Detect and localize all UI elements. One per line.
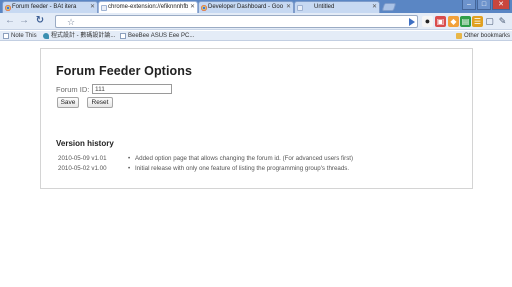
tab-label: Untitled <box>314 4 335 10</box>
wrench-icon[interactable]: ✎ <box>497 16 508 27</box>
maximize-button[interactable]: □ <box>477 0 491 10</box>
bullet-icon: • <box>128 155 131 162</box>
tab-label: Developer Dashboard - Goo <box>208 4 284 10</box>
other-bookmarks-label: Other bookmarks <box>464 33 511 39</box>
tab-developer-dashboard[interactable]: Developer Dashboard - Goo ✕ <box>198 1 294 13</box>
close-icon[interactable]: ✕ <box>286 2 291 13</box>
save-button[interactable]: Save <box>57 97 79 108</box>
close-window-button[interactable]: ✕ <box>492 0 510 10</box>
page-icon <box>3 33 9 39</box>
version-history-heading: Version history <box>56 139 114 148</box>
chrome-icon <box>5 5 11 11</box>
forward-button[interactable]: → <box>18 15 30 27</box>
forum-id-input[interactable] <box>92 84 172 94</box>
tab-extension-options[interactable]: chrome-extension://efiknnnhfb ✕ <box>98 1 198 13</box>
new-tab-button[interactable] <box>381 3 397 11</box>
bookmark-label: 程式設計 - 數碼設計論... <box>51 33 116 39</box>
tab-forum-feeder[interactable]: Forum feeder - BAt itera ✕ <box>2 1 98 13</box>
back-button[interactable]: ← <box>4 15 16 27</box>
address-bar[interactable]: ☆ <box>55 15 418 28</box>
chrome-icon <box>201 5 207 11</box>
reload-button[interactable]: ↻ <box>34 15 46 27</box>
blank-page-icon <box>297 5 303 11</box>
version-date: 2010-05-09 v1.01 <box>58 155 107 162</box>
folder-icon <box>456 33 462 39</box>
forum-id-label: Forum ID: <box>56 85 90 94</box>
bomb-icon[interactable]: ● <box>422 16 433 27</box>
bird-icon <box>43 33 49 39</box>
page-title: Forum Feeder Options <box>56 64 193 78</box>
close-icon[interactable]: ✕ <box>190 2 195 13</box>
blank-page-icon <box>101 5 107 11</box>
window-controls: – □ ✕ <box>461 0 510 10</box>
bookmark-programming[interactable]: 程式設計 - 數碼設計論... <box>43 31 115 41</box>
version-description: Added option page that allows changing t… <box>135 155 354 162</box>
minimize-button[interactable]: – <box>462 0 476 10</box>
bookmark-note-this[interactable]: Note This <box>3 31 37 41</box>
reset-button[interactable]: Reset <box>87 97 113 108</box>
page-menu-icon[interactable]: ▢ <box>484 16 495 27</box>
bookmarks-bar: Note This 程式設計 - 數碼設計論... BeeBee ASUS Ee… <box>0 31 512 41</box>
options-panel: Forum Feeder Options Forum ID: Save Rese… <box>40 48 473 189</box>
green-icon[interactable]: ▤ <box>460 16 471 27</box>
go-icon[interactable] <box>409 18 415 26</box>
bullet-icon: • <box>128 165 131 172</box>
bookmark-label: BeeBee ASUS Eee PC... <box>128 33 195 39</box>
tab-label: chrome-extension://efiknnnhfb <box>108 4 188 10</box>
close-icon[interactable]: ✕ <box>372 2 377 13</box>
close-icon[interactable]: ✕ <box>90 2 95 13</box>
tab-strip: Forum feeder - BAt itera ✕ chrome-extens… <box>0 0 512 13</box>
teal-icon[interactable]: ☰ <box>472 16 483 27</box>
other-bookmarks[interactable]: Other bookmarks <box>456 31 510 41</box>
version-date: 2010-05-02 v1.00 <box>58 165 107 172</box>
toolbar: ← → ↻ ☆ ● ▣ ◆ ▤ ☰ ▢ ✎ <box>0 13 512 30</box>
tab-untitled[interactable]: Untitled ✕ <box>294 1 380 13</box>
page-icon <box>120 33 126 39</box>
orange-icon[interactable]: ◆ <box>448 16 459 27</box>
star-icon[interactable]: ☆ <box>67 16 75 28</box>
version-description: Initial release with only one feature of… <box>135 165 350 172</box>
bookmark-label: Note This <box>11 33 37 39</box>
pinkish-icon[interactable]: ▣ <box>435 16 446 27</box>
bookmark-beebee[interactable]: BeeBee ASUS Eee PC... <box>120 31 194 41</box>
tab-label: Forum feeder - BAt itera <box>12 4 77 10</box>
